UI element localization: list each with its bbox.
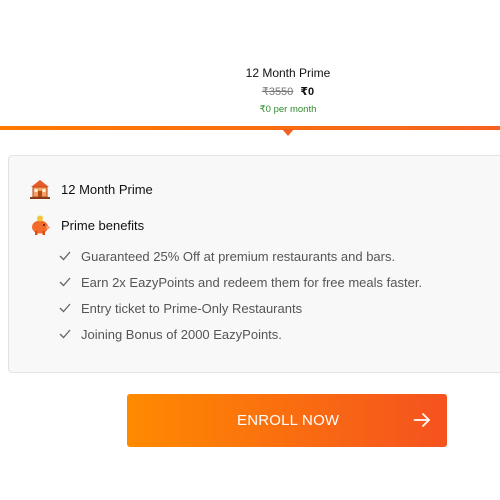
plan-tab-title: 12 Month Prime xyxy=(245,66,331,80)
plan-price: ₹3550 ₹0 xyxy=(0,84,500,100)
enroll-now-label: ENROLL NOW xyxy=(237,412,340,429)
check-icon xyxy=(59,277,71,287)
benefit-item: Earn 2x EazyPoints and redeem them for f… xyxy=(59,269,422,295)
discounted-price: ₹0 xyxy=(300,86,315,98)
benefits-heading-row: Prime benefits xyxy=(29,214,144,236)
per-month-price: ₹0 per month xyxy=(259,104,317,115)
benefit-text: Earn 2x EazyPoints and redeem them for f… xyxy=(81,274,423,290)
benefit-text: Entry ticket to Prime-Only Restaurants xyxy=(81,300,303,316)
active-tab-underline xyxy=(0,126,500,130)
active-tab-pointer xyxy=(282,129,294,136)
check-icon xyxy=(59,329,71,339)
plan-label: 12 Month Prime xyxy=(61,181,153,197)
benefit-text: Guaranteed 25% Off at premium restaurant… xyxy=(81,248,396,264)
plan-row: 12 Month Prime xyxy=(29,178,153,200)
arrow-right-icon xyxy=(413,413,430,427)
enroll-now-button[interactable]: ENROLL NOW xyxy=(127,394,447,447)
restaurant-icon xyxy=(30,180,50,199)
benefit-item: Entry ticket to Prime-Only Restaurants xyxy=(59,295,422,321)
benefits-card: 12 Month Prime Prime benefits Guaranteed… xyxy=(8,155,500,373)
check-icon xyxy=(59,303,71,313)
benefit-list: Guaranteed 25% Off at premium restaurant… xyxy=(59,243,422,347)
benefits-heading: Prime benefits xyxy=(61,217,145,233)
benefit-text: Joining Bonus of 2000 EazyPoints. xyxy=(81,326,282,342)
plan-tab[interactable]: 12 Month Prime ₹3550 ₹0 ₹0 per month xyxy=(0,64,500,115)
original-price: ₹3550 xyxy=(261,86,294,98)
piggy-bank-icon xyxy=(32,215,50,235)
benefit-item: Guaranteed 25% Off at premium restaurant… xyxy=(59,243,422,269)
benefit-item: Joining Bonus of 2000 EazyPoints. xyxy=(59,321,422,347)
check-icon xyxy=(59,251,71,261)
